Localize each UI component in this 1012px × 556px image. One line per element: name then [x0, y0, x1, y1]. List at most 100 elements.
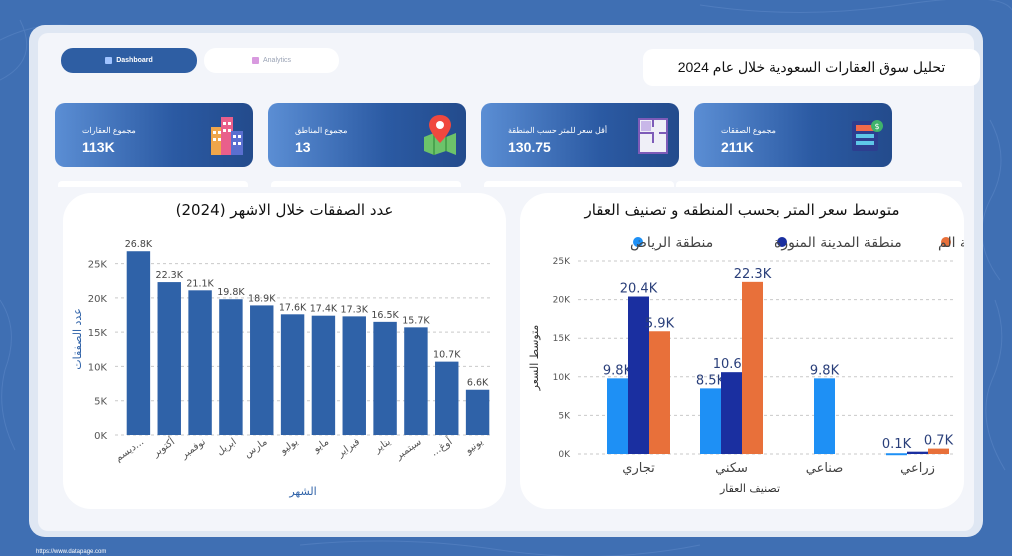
x-tick-label: ...أوغ	[428, 435, 455, 459]
bar	[886, 453, 907, 456]
kpi-value: 211K	[721, 139, 754, 155]
bar	[607, 378, 628, 454]
page-title-text: تحليل سوق العقارات السعودية خلال عام 202…	[677, 59, 946, 75]
data-label: 6.6K	[467, 378, 489, 389]
analytics-icon	[251, 57, 259, 64]
x-tick-label: زراعي	[900, 461, 935, 476]
kpi-card-strip	[484, 181, 674, 187]
kpi-value: 113K	[82, 139, 115, 155]
svg-text:$: $	[874, 122, 879, 131]
data-label: 26.8K	[125, 239, 153, 250]
kpi-label: مجموع الصفقات	[721, 126, 776, 135]
data-label: 5.9K	[645, 316, 675, 331]
bar	[742, 281, 763, 454]
data-label: 9.8K	[810, 363, 840, 378]
y-tick-label: 25K	[88, 260, 108, 271]
dashboard-icon	[105, 57, 113, 64]
page-title: تحليل سوق العقارات السعودية خلال عام 202…	[643, 49, 980, 86]
kpi-card-strip	[58, 181, 248, 187]
data-label: 17.3K	[341, 304, 369, 315]
kpi-card-regions: مجموع المناطق 13	[268, 103, 466, 167]
kpi-card-strip	[271, 181, 461, 187]
y-tick-label: 15K	[553, 334, 571, 344]
data-label: 19.8K	[217, 287, 245, 298]
bar	[219, 299, 243, 435]
bar	[721, 372, 742, 454]
kpi-label: مجموع العقارات	[82, 126, 136, 135]
x-axis-title: الشهر	[288, 485, 316, 498]
kpi-label: أقل سعر للمتر حسب المنطقة	[508, 126, 608, 135]
y-tick-label: 5K	[558, 411, 571, 421]
x-tick-label: صناعي	[806, 461, 844, 476]
analytics-nav-button[interactable]: Analytics	[204, 48, 339, 73]
kpi-value: 13	[295, 139, 311, 155]
y-tick-label: 10K	[553, 373, 571, 383]
data-label: 0.1K	[882, 437, 912, 452]
monthly-deals-chart: 0K 5K 10K 15K 20K 25K 26.8K ديسم... 22.3K أكتوبر 2…	[71, 239, 493, 498]
y-tick-label: 0K	[94, 431, 107, 442]
dashboard-nav-button[interactable]: Dashboard	[61, 48, 197, 73]
data-label: 20.4K	[620, 282, 658, 297]
x-tick-label: سكني	[715, 461, 748, 476]
y-tick-label: 20K	[553, 296, 571, 306]
kpi-value: 130.75	[508, 139, 551, 155]
x-tick-label: فبراير	[335, 436, 362, 460]
x-tick-label: يوليو	[277, 436, 300, 457]
data-label: 17.6K	[279, 302, 307, 313]
kpi-label: مجموع المناطق	[295, 126, 348, 135]
bar	[814, 378, 835, 454]
bar	[157, 282, 181, 435]
x-axis-title: تصنيف العقار	[719, 482, 780, 495]
kpi-card-deals: مجموع الصفقات 211K $	[694, 103, 892, 167]
y-tick-label: 20K	[88, 294, 108, 305]
bar	[907, 451, 928, 454]
analytics-nav-label: Analytics	[262, 57, 291, 64]
bar	[250, 305, 274, 435]
data-label: 17.4K	[310, 304, 338, 315]
y-tick-label: 5K	[94, 397, 107, 408]
x-tick-label: نوفمبر	[179, 436, 208, 461]
bar	[649, 331, 670, 454]
data-label: 21.1K	[186, 278, 214, 289]
dashboard-nav-label: Dashboard	[116, 57, 153, 64]
bar	[373, 321, 397, 435]
legend-label: منطقة الرياض	[630, 235, 713, 251]
bar	[311, 315, 336, 435]
monthly-deals-chart-card: عدد الصفقات خلال الاشهر (2024) 0K 5K 10K 15…	[63, 193, 506, 509]
data-label: 22.3K	[734, 267, 772, 282]
price-by-region-chart: 0K 5K 10K 15K 20K 25K منطقة الرياض منطقة المدين…	[528, 235, 964, 495]
bar	[404, 327, 428, 435]
source-url: https://www.datapage.com	[36, 549, 107, 555]
x-tick-label: يناير	[372, 436, 393, 456]
kpi-card-min-price: أقل سعر للمتر حسب المنطقة 130.75	[481, 103, 679, 167]
money-deal-icon: $	[852, 120, 883, 151]
buildings-icon	[211, 117, 243, 155]
bar	[126, 251, 151, 435]
y-tick-label: 15K	[88, 328, 108, 339]
data-label: 16.5K	[371, 310, 399, 321]
kpi-card-strip	[676, 181, 962, 187]
y-tick-label: 0K	[558, 450, 571, 460]
y-tick-label: 25K	[553, 257, 571, 267]
bar	[928, 448, 949, 454]
map-pin-icon	[424, 115, 456, 155]
x-tick-label: أكتوبر	[149, 435, 177, 460]
x-tick-label: ديسم...	[113, 436, 146, 464]
x-tick-label: ابريل	[215, 436, 239, 457]
x-tick-label: مايو	[311, 436, 332, 455]
x-tick-label: مارس	[242, 436, 269, 460]
data-label: 10.7K	[433, 350, 461, 361]
data-label: 0.7K	[924, 434, 954, 449]
x-tick-label: تجاري	[622, 461, 655, 476]
y-axis-title: عدد الصفقات	[71, 308, 84, 370]
y-tick-label: 10K	[88, 362, 108, 373]
legend-label: منطقة المدينة المنورة	[774, 235, 902, 251]
bar	[188, 290, 212, 435]
kpi-card-properties: مجموع العقارات 113K	[55, 103, 253, 167]
legend-label: ...منطقة مكة الم	[938, 235, 964, 251]
bar	[280, 314, 305, 435]
x-tick-label: يونيو	[463, 436, 486, 457]
bar	[465, 389, 490, 435]
bar	[342, 316, 366, 435]
data-label: 22.3K	[156, 270, 184, 281]
